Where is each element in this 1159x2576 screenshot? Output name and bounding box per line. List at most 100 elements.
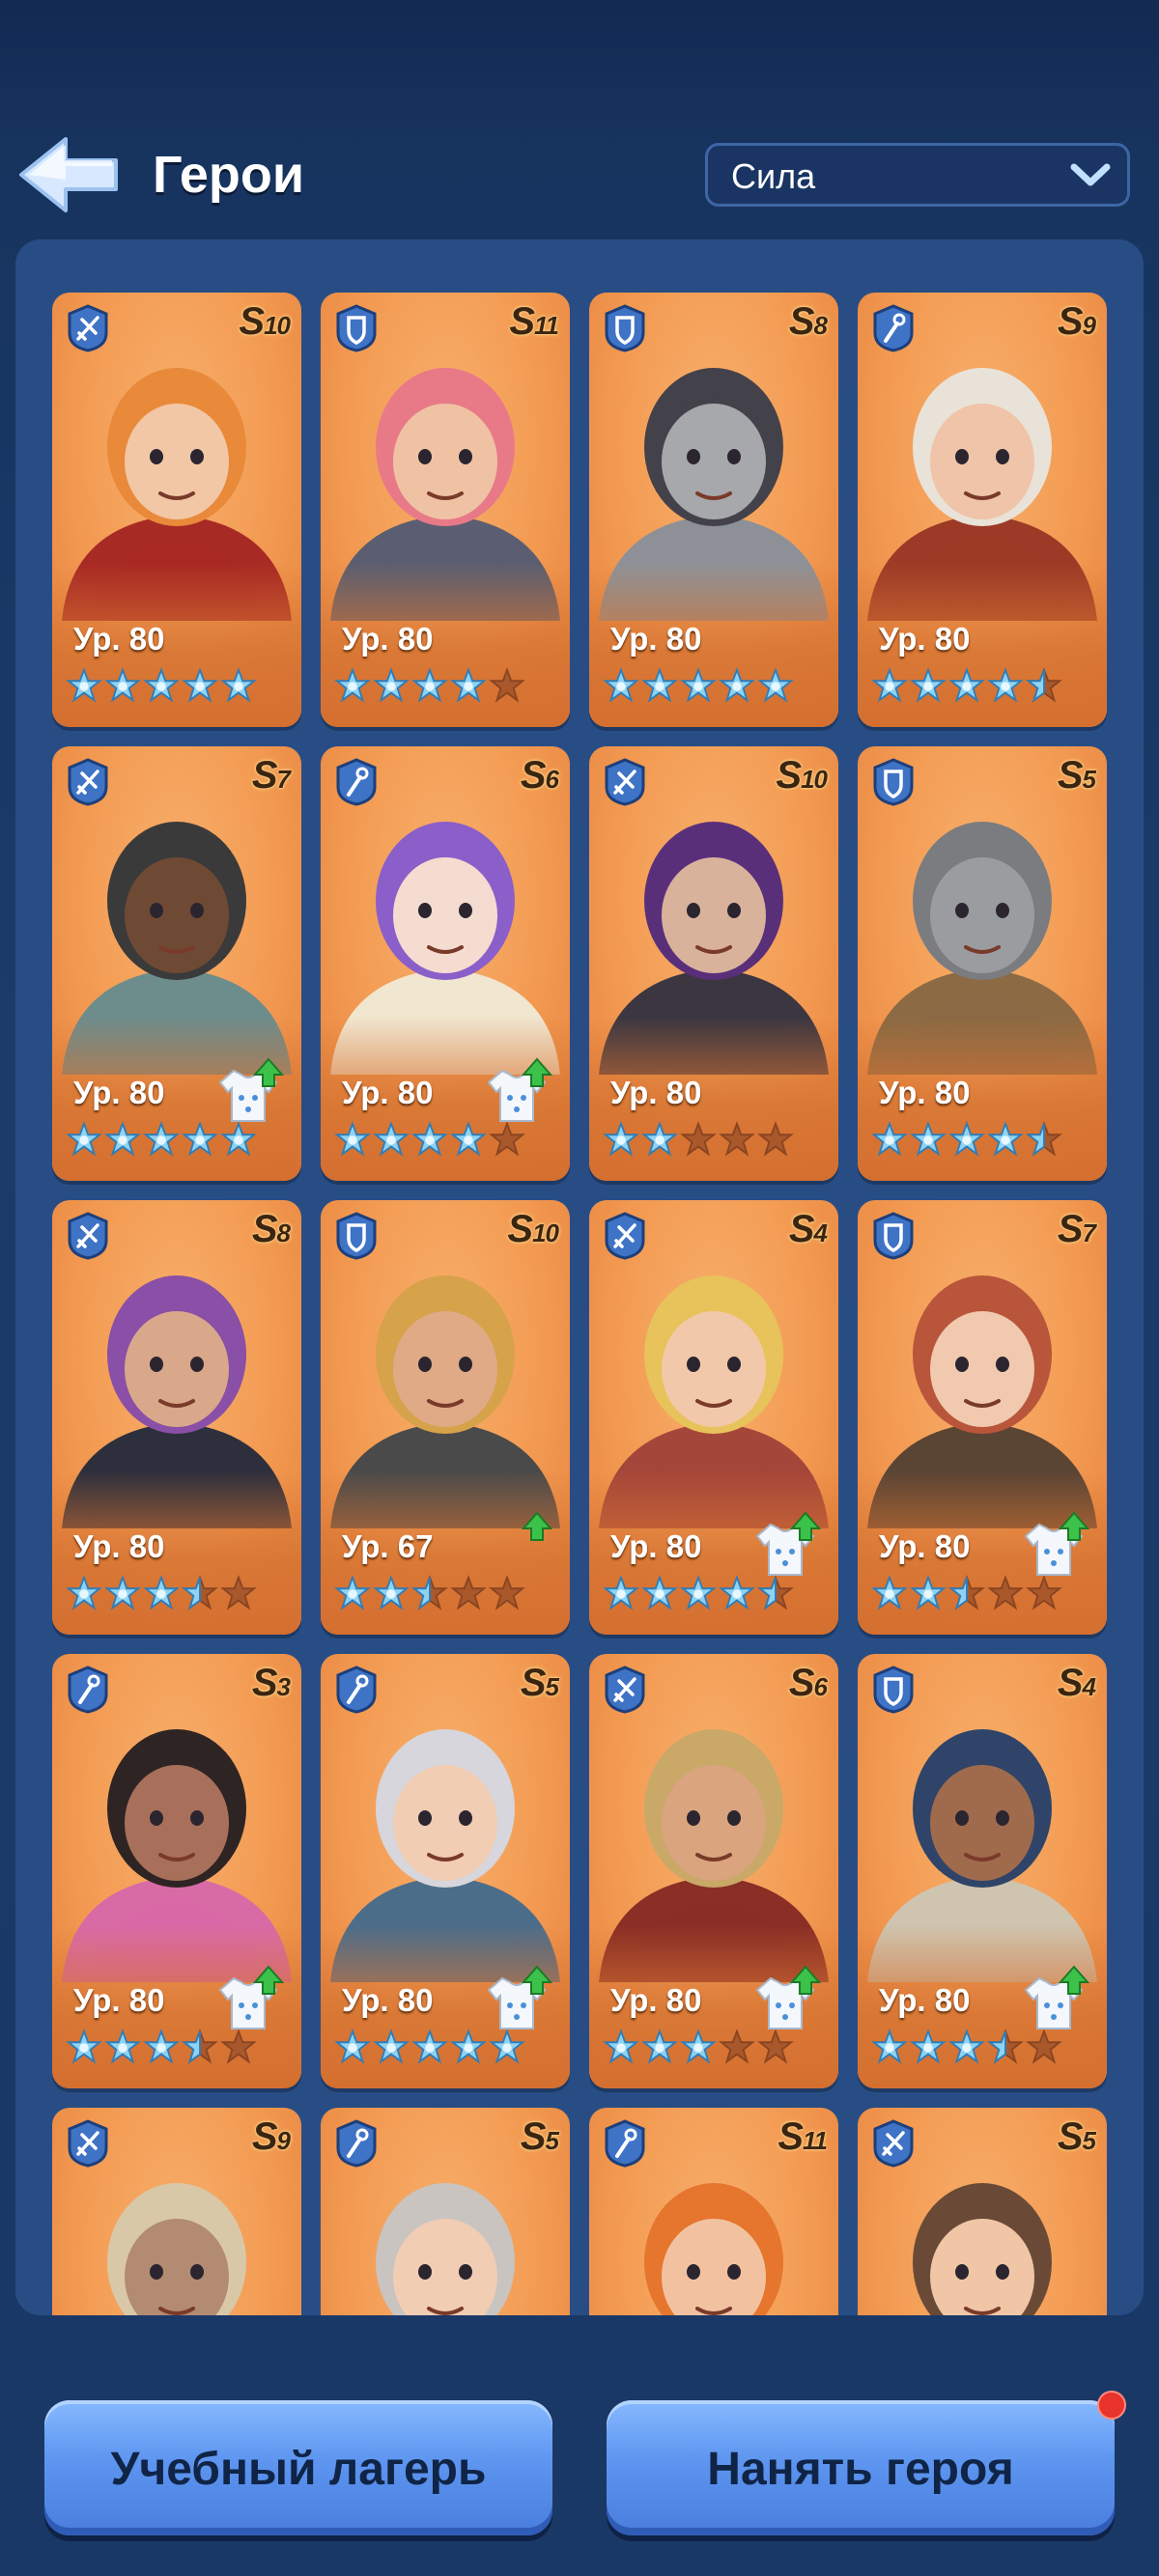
hero-card[interactable]: S4 Ур. 80 [858,1654,1107,2088]
star-empty-icon [757,2029,794,2070]
star-filled-icon [680,1575,717,1616]
crossbow-class-icon [66,758,110,806]
star-filled-icon [603,667,639,709]
rank-badge: S8 [788,300,828,345]
rank-letter: S [1057,300,1084,343]
rank-number: 10 [801,765,828,794]
gear-upgrade-icon[interactable] [481,1057,553,1125]
hero-level: Ур. 80 [73,1075,165,1110]
shield-class-icon [871,1666,916,1714]
star-filled-icon [411,2029,448,2070]
hero-card[interactable]: S7 Ур. 80 [858,1200,1107,1635]
hero-level: Ур. 80 [610,1528,702,1564]
star-empty-icon [1026,2029,1062,2070]
hero-card[interactable]: S3 Ур. 80 [52,1654,301,2088]
hero-card[interactable]: S5 Ур. 80 [858,746,1107,1181]
crossbow-class-icon [603,1212,647,1260]
rank-letter: S [251,1208,278,1250]
rank-badge: S9 [251,2115,291,2160]
star-empty-icon [757,1121,794,1162]
gear-upgrade-icon[interactable] [749,1511,822,1579]
hero-card[interactable]: S4 Ур. 80 [589,1200,838,1635]
star-filled-icon [373,1575,410,1616]
star-filled-icon [66,1575,102,1616]
hero-card[interactable]: S6 Ур. 80 [589,1654,838,2088]
hero-card[interactable]: S11 [589,2108,838,2315]
hero-card[interactable]: S6 Ур. 80 [321,746,570,1181]
rank-number: 10 [264,311,291,340]
star-half-icon [987,2029,1024,2070]
gear-upgrade-icon[interactable] [212,1057,285,1125]
hero-card[interactable]: S5 Ур. 80 [321,1654,570,2088]
hero-card[interactable]: S7 Ур. 80 [52,746,301,1181]
star-filled-icon [220,1121,257,1162]
gear-upgrade-icon[interactable] [1018,1965,1090,2032]
hero-card[interactable]: S10 Ур. 80 [589,746,838,1181]
gear-upgrade-icon[interactable] [481,1965,553,2032]
rank-badge: S4 [1058,1664,1096,1706]
gear-upgrade-icon[interactable] [1018,1511,1090,1579]
star-filled-icon [182,1121,218,1162]
star-empty-icon [220,1575,257,1616]
hero-card[interactable]: S8 Ур. 80 [589,293,838,727]
star-filled-icon [373,667,410,709]
rank-badge: S5 [521,1664,559,1706]
star-filled-icon [489,2029,525,2070]
rank-badge: S7 [251,754,291,798]
star-filled-icon [871,1575,908,1616]
star-filled-icon [948,1121,985,1162]
hero-card[interactable]: S10 Ур. 67 [321,1200,570,1635]
hero-level: Ур. 80 [73,1982,165,2018]
rank-number: 7 [1082,1218,1097,1247]
hire-hero-button[interactable]: Нанять героя [607,2400,1115,2535]
rank-badge: S10 [776,756,828,798]
hero-card[interactable]: S8 Ур. 80 [52,1200,301,1635]
star-rating [603,1121,794,1162]
hero-level: Ур. 80 [879,1982,971,2018]
star-filled-icon [66,667,102,709]
star-filled-icon [104,1121,141,1162]
rank-letter: S [251,754,278,797]
rank-letter: S [520,2115,547,2158]
hire-hero-label: Нанять героя [707,2444,1014,2495]
star-filled-icon [910,1575,947,1616]
star-empty-icon [719,2029,755,2070]
star-rating [871,2029,1062,2070]
sort-dropdown[interactable]: Сила [705,143,1130,207]
hero-card[interactable]: S5 [321,2108,570,2315]
rank-number: 6 [545,765,560,794]
star-filled-icon [143,667,180,709]
hero-card[interactable]: S5 [858,2108,1107,2315]
rank-letter: S [788,300,815,343]
back-button[interactable] [15,131,122,218]
rank-letter: S [509,300,535,343]
hero-card[interactable]: S9 Ур. 80 [858,293,1107,727]
rank-letter: S [507,1208,533,1250]
shield-class-icon [334,304,379,352]
hero-card[interactable]: S9 [52,2108,301,2315]
star-rating [603,1575,794,1616]
star-empty-icon [719,1121,755,1162]
rank-letter: S [1057,754,1084,797]
upgrade-arrow-icon[interactable] [481,1511,553,1579]
hero-portrait [321,2146,570,2315]
star-filled-icon [334,1575,371,1616]
training-camp-button[interactable]: Учебный лагерь [44,2400,552,2535]
hero-card[interactable]: S10 Ур. 80 [52,293,301,727]
star-rating [334,2029,525,2070]
star-filled-icon [220,667,257,709]
star-rating [66,1575,257,1616]
rank-letter: S [777,2115,804,2158]
hero-level: Ур. 80 [879,1075,971,1110]
star-filled-icon [910,667,947,709]
gear-upgrade-icon[interactable] [212,1965,285,2032]
star-empty-icon [489,1121,525,1162]
star-filled-icon [871,667,908,709]
gear-upgrade-icon[interactable] [749,1965,822,2032]
rank-letter: S [251,2115,278,2158]
hero-card[interactable]: S11 Ур. 80 [321,293,570,727]
star-filled-icon [641,667,678,709]
rank-badge: S5 [1057,754,1096,798]
star-rating [66,1121,257,1162]
star-rating [603,667,794,709]
